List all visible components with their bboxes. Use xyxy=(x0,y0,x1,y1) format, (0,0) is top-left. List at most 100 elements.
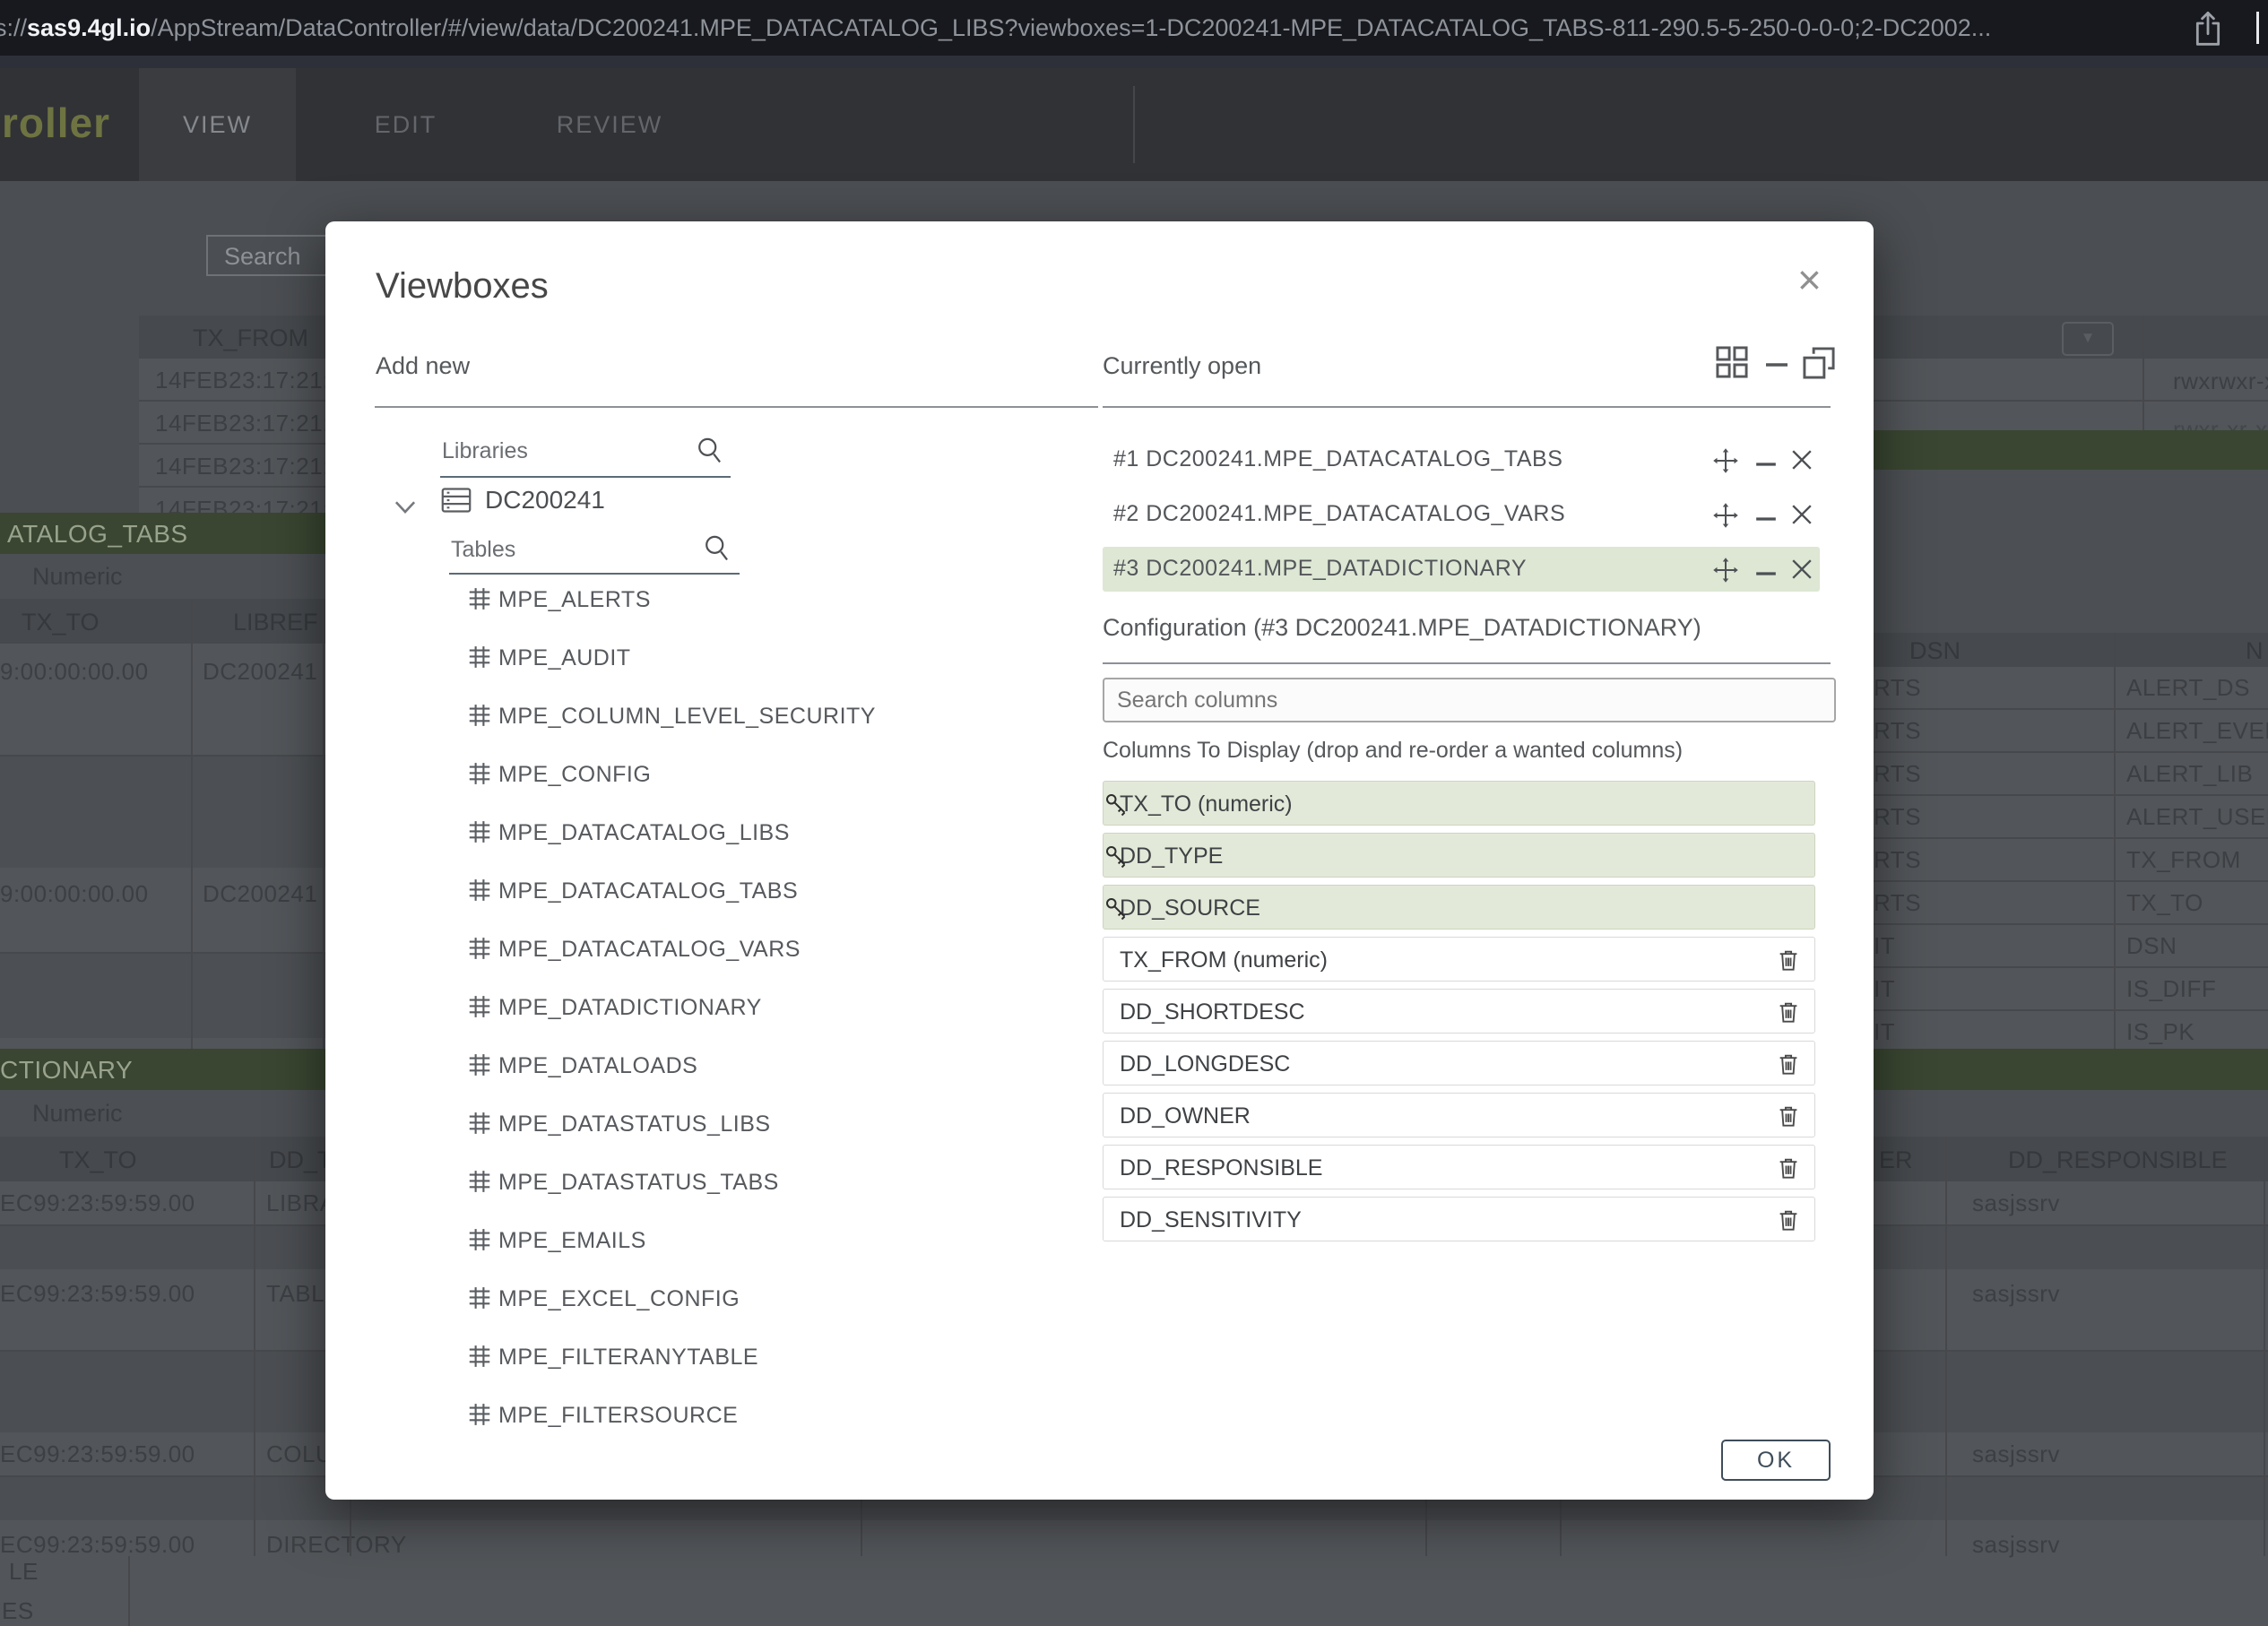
table-list-item[interactable]: MPE_AUDIT xyxy=(455,638,1101,696)
cell-dsn-fragment: IT xyxy=(1874,932,1895,960)
table-grid-icon xyxy=(466,644,493,675)
table-name: MPE_AUDIT xyxy=(498,645,631,671)
table-grid-icon xyxy=(466,877,493,908)
table-list-item[interactable]: MPE_DATACATALOG_LIBS xyxy=(455,813,1101,871)
column-chip[interactable]: TX_FROM (numeric) xyxy=(1103,937,1815,982)
configuration-heading: Configuration (#3 DC200241.MPE_DATADICTI… xyxy=(1103,614,1701,642)
trash-icon[interactable] xyxy=(1775,1207,1802,1238)
table-name: MPE_DATACATALOG_LIBS xyxy=(498,820,790,846)
move-icon[interactable] xyxy=(1712,502,1739,533)
table-list-item[interactable]: MPE_EXCEL_CONFIG xyxy=(455,1279,1101,1337)
close-icon[interactable]: × xyxy=(1797,259,1822,300)
table-list-item[interactable]: MPE_FILTERSOURCE xyxy=(455,1396,1101,1454)
nav-divider xyxy=(1133,86,1135,163)
table-list-item[interactable]: MPE_ALERTS xyxy=(455,580,1101,638)
trash-icon[interactable] xyxy=(1775,1155,1802,1186)
minimize-icon[interactable] xyxy=(1754,566,1778,582)
table-list-item[interactable]: MPE_DATADICTIONARY xyxy=(455,988,1101,1046)
libraries-search-input[interactable]: Libraries xyxy=(442,438,528,464)
app-header: roller VIEW EDIT REVIEW xyxy=(0,68,2268,181)
table-name: MPE_EMAILS xyxy=(498,1228,646,1254)
trash-icon[interactable] xyxy=(1775,1051,1802,1082)
table-name: MPE_CONFIG xyxy=(498,762,651,788)
column-chip-key[interactable]: DD_SOURCE xyxy=(1103,885,1815,930)
minimize-icon[interactable] xyxy=(1754,456,1778,472)
table-row: IT IS_PK xyxy=(1869,1011,2268,1054)
cell-name: IS_PK xyxy=(2126,1018,2194,1046)
search-icon[interactable] xyxy=(702,532,732,569)
table-grid-icon xyxy=(466,585,493,617)
trash-icon[interactable] xyxy=(1775,999,1802,1030)
chevron-down-icon[interactable] xyxy=(394,494,417,523)
open-viewbox-row[interactable]: #1 DC200241.MPE_DATACATALOG_TABS xyxy=(1103,437,1820,482)
move-icon[interactable] xyxy=(1712,557,1739,588)
table-name: MPE_DATASTATUS_LIBS xyxy=(498,1111,771,1137)
close-viewbox-icon[interactable] xyxy=(1789,557,1814,586)
column-chip-label: TX_TO (numeric) xyxy=(1120,791,1293,817)
table-list-item[interactable]: MPE_CONFIG xyxy=(455,755,1101,813)
table-list-item[interactable]: MPE_DATASTATUS_LIBS xyxy=(455,1104,1101,1163)
window-chrome-strip xyxy=(0,56,2268,68)
column-chip-key[interactable]: TX_TO (numeric) xyxy=(1103,781,1815,826)
col-header-libref: LIBREF xyxy=(233,609,318,636)
column-chip[interactable]: DD_RESPONSIBLE xyxy=(1103,1145,1815,1189)
close-viewbox-icon[interactable] xyxy=(1789,447,1814,477)
cell-name: IS_DIFF xyxy=(2126,975,2216,1003)
minimize-icon[interactable] xyxy=(1754,511,1778,527)
tables-list: MPE_ALERTS MPE_AUDIT MPE_COLUMN_LEVEL_SE… xyxy=(455,580,1101,1454)
table-list-item[interactable]: MPE_COLUMN_LEVEL_SECURITY xyxy=(455,696,1101,755)
column-divider xyxy=(2114,633,2116,1049)
trash-icon[interactable] xyxy=(1775,1103,1802,1134)
tab-edit: EDIT xyxy=(354,68,457,181)
table-row: RTS TX_FROM xyxy=(1869,839,2268,882)
search-columns-input[interactable] xyxy=(1103,678,1836,722)
col-header-dsn: DSN xyxy=(1909,637,1961,665)
table-grid-icon xyxy=(466,935,493,966)
table-list-item[interactable]: MPE_EMAILS xyxy=(455,1221,1101,1279)
table-row: IT DSN xyxy=(1869,925,2268,968)
cell-tx-from: 14FEB23:17:21:2 xyxy=(155,410,343,437)
cell-fragment: LE xyxy=(9,1558,39,1586)
text-caret xyxy=(2256,12,2259,44)
close-viewbox-icon[interactable] xyxy=(1789,502,1814,532)
table-list-item[interactable]: MPE_DATACATALOG_VARS xyxy=(455,930,1101,988)
browser-url-bar[interactable]: s://sas9.4gl.io/AppStream/DataController… xyxy=(0,0,2268,56)
tables-search-input[interactable]: Tables xyxy=(451,537,515,563)
cascade-layout-icon[interactable] xyxy=(1802,346,1836,385)
columns-to-display-label: Columns To Display (drop and re-order a … xyxy=(1103,738,1683,764)
column-chip-label: DD_SHORTDESC xyxy=(1120,999,1305,1025)
table-list-item[interactable]: MPE_FILTERANYTABLE xyxy=(455,1337,1101,1396)
key-icon xyxy=(1104,843,1130,875)
removable-columns: TX_FROM (numeric) DD_SHORTDESC D xyxy=(1103,937,1815,1241)
column-chip-label: DD_SENSITIVITY xyxy=(1120,1207,1302,1233)
col-header-owner-fragment: ER xyxy=(1879,1146,1913,1174)
column-chip[interactable]: DD_LONGDESC xyxy=(1103,1041,1815,1085)
column-chip[interactable]: DD_OWNER xyxy=(1103,1093,1815,1137)
key-icon xyxy=(1104,791,1130,823)
column-chip[interactable]: DD_SENSITIVITY xyxy=(1103,1197,1815,1241)
tile-layout-icon[interactable] xyxy=(1715,345,1749,384)
open-viewbox-row[interactable]: #3 DC200241.MPE_DATADICTIONARY xyxy=(1103,547,1820,592)
column-chip-label: DD_LONGDESC xyxy=(1120,1051,1290,1077)
open-viewbox-label: #3 DC200241.MPE_DATADICTIONARY xyxy=(1113,556,1527,582)
column-chip-key[interactable]: DD_TYPE xyxy=(1103,833,1815,878)
col-header-tx-to: TX_TO xyxy=(59,1146,137,1174)
table-row: RTS ALERT_USER xyxy=(1869,796,2268,839)
table-grid-icon xyxy=(466,760,493,791)
input-underline xyxy=(440,476,731,478)
minimize-all-icon[interactable] xyxy=(1763,358,1790,374)
search-icon[interactable] xyxy=(695,435,725,471)
dialog-title: Viewboxes xyxy=(376,266,549,307)
table-list-item[interactable]: MPE_DATACATALOG_TABS xyxy=(455,871,1101,930)
column-chip[interactable]: DD_SHORTDESC xyxy=(1103,989,1815,1034)
table-name: MPE_ALERTS xyxy=(498,587,651,613)
table-list-item[interactable]: MPE_DATASTATUS_TABS xyxy=(455,1163,1101,1221)
table-list-item[interactable]: MPE_DATALOADS xyxy=(455,1046,1101,1104)
move-icon[interactable] xyxy=(1712,447,1739,479)
key-icon xyxy=(1104,895,1130,927)
open-viewbox-row[interactable]: #2 DC200241.MPE_DATACATALOG_VARS xyxy=(1103,492,1820,537)
tree-node-label: DC200241 xyxy=(485,486,605,515)
trash-icon[interactable] xyxy=(1775,947,1802,978)
page-url[interactable]: s://sas9.4gl.io/AppStream/DataController… xyxy=(0,0,1991,56)
ok-button[interactable]: OK xyxy=(1721,1440,1831,1481)
